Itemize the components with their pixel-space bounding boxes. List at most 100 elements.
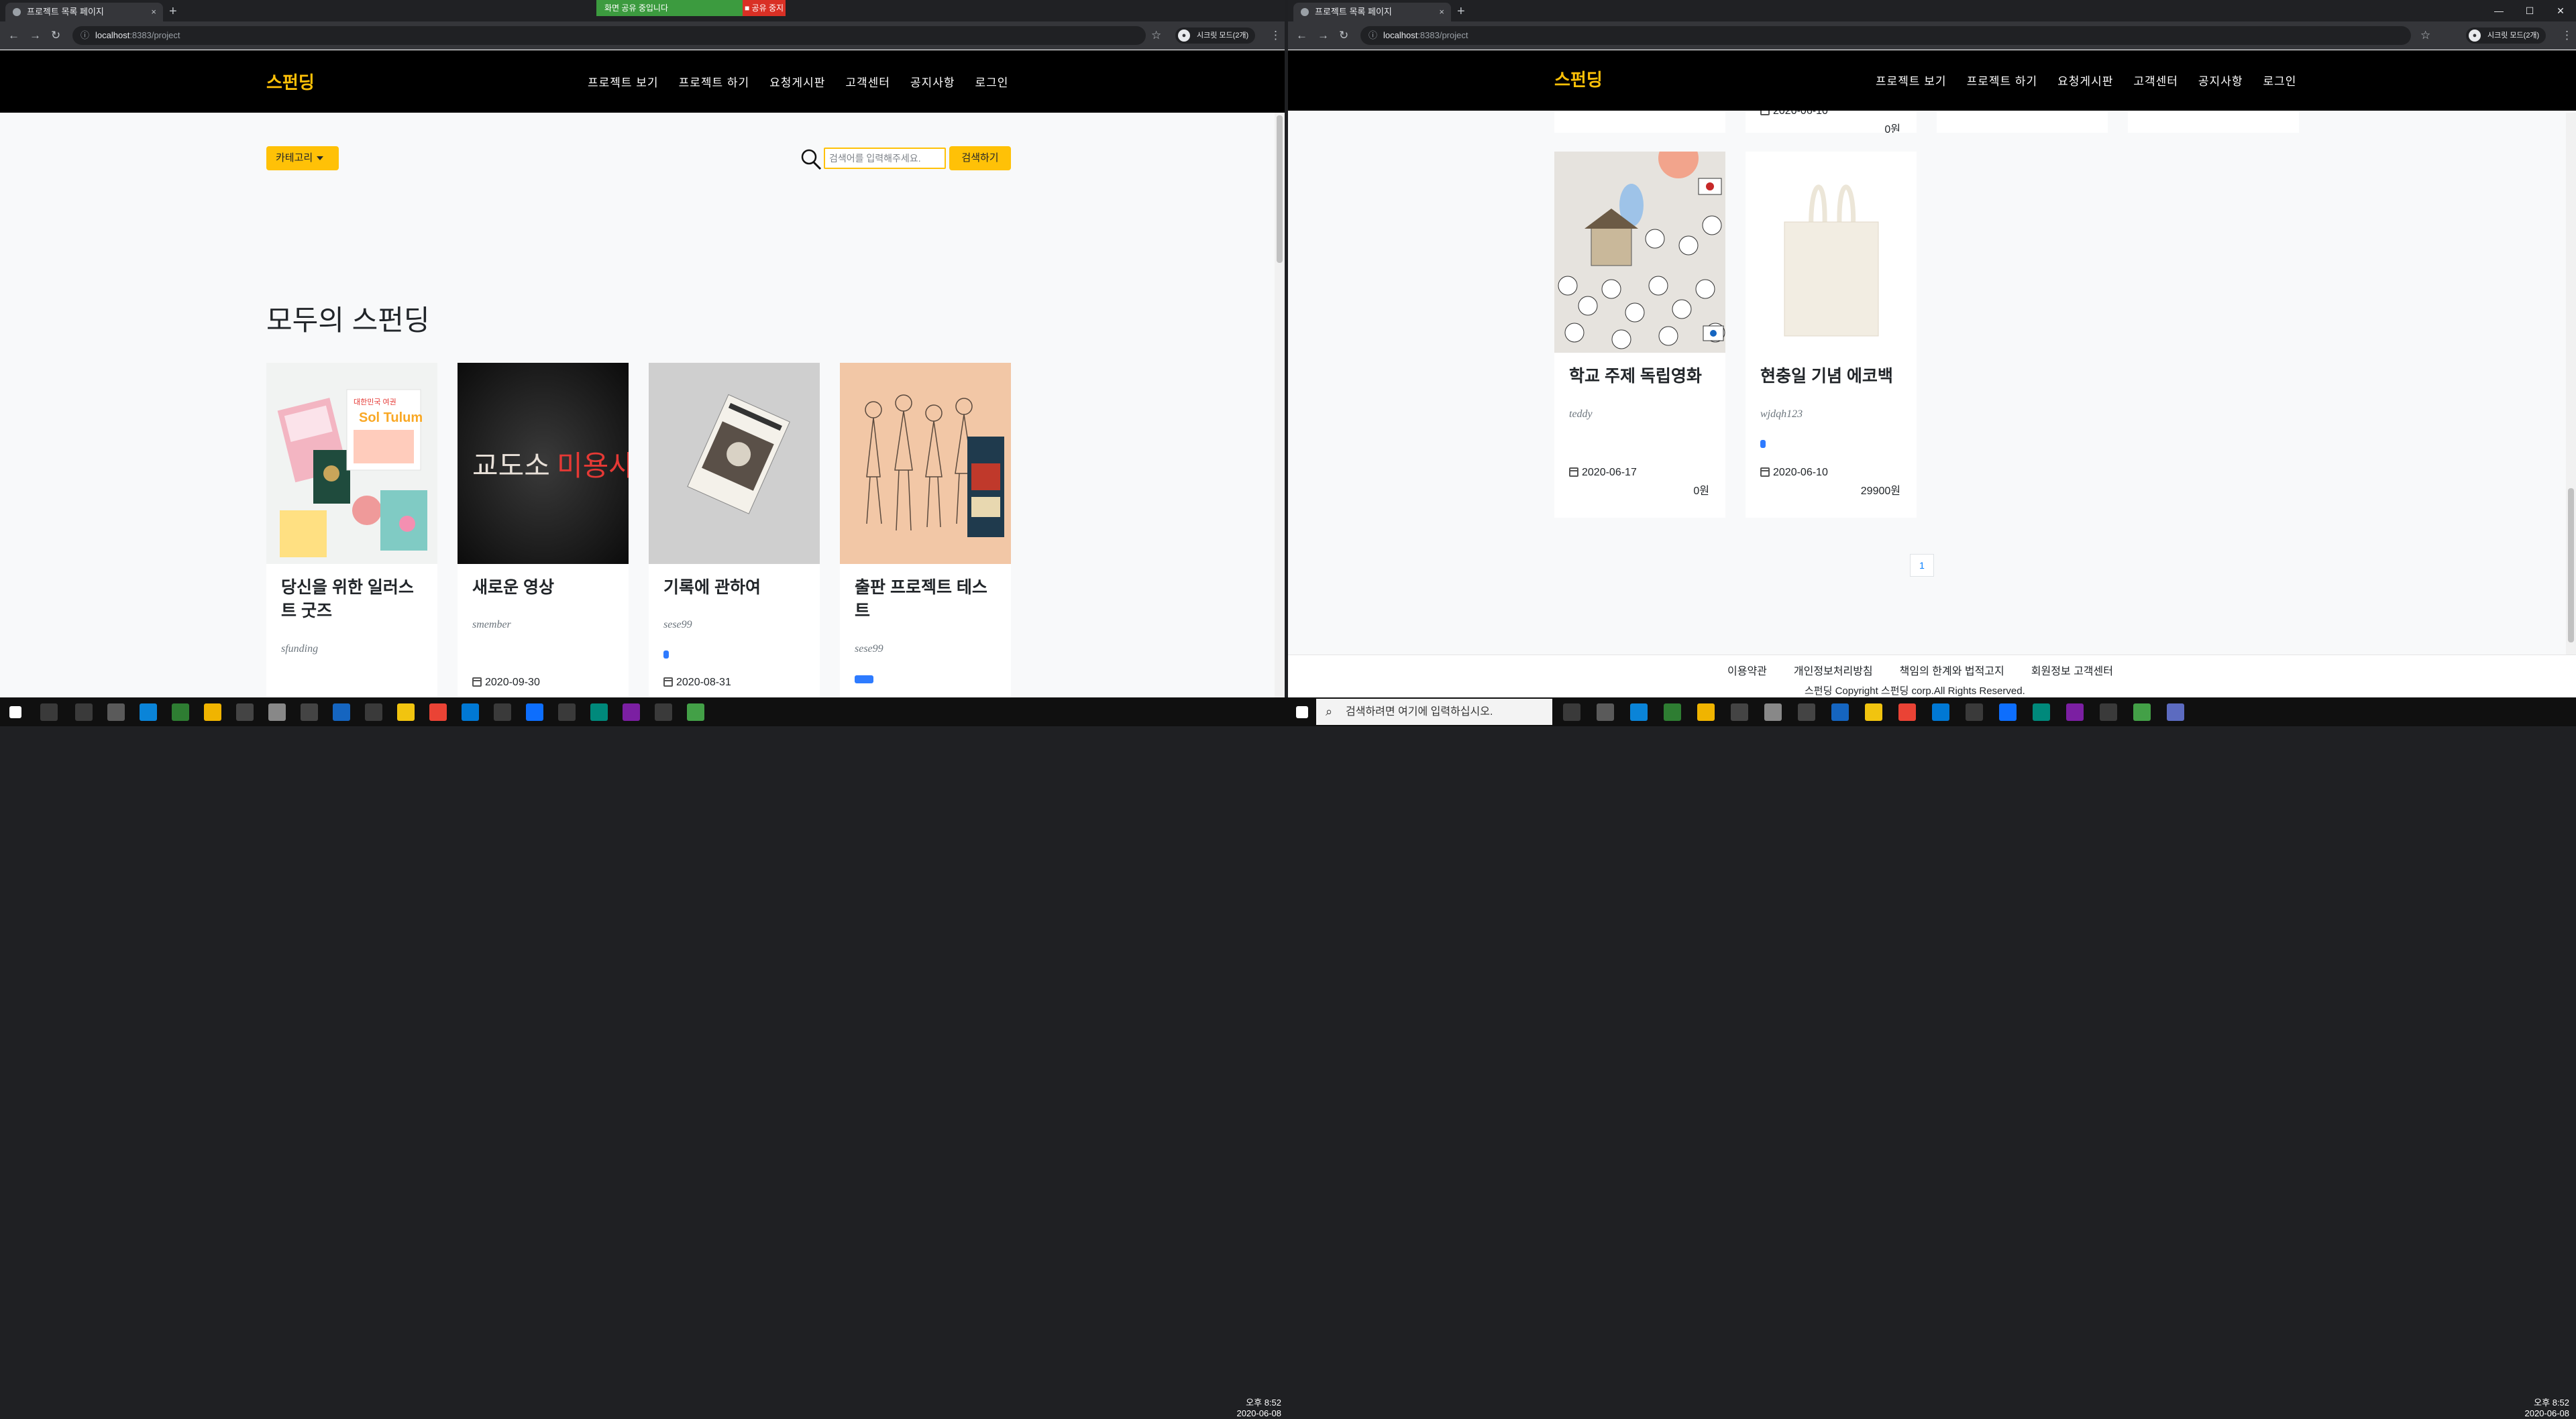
reload-icon[interactable]: ↻ — [51, 27, 60, 44]
calculator-icon[interactable] — [1764, 703, 1782, 721]
reload-icon[interactable]: ↻ — [1339, 27, 1348, 44]
site-info-icon[interactable]: ⓘ — [80, 26, 89, 45]
browser-tab[interactable]: 프로젝트 목록 페이지 × — [1293, 3, 1451, 21]
incognito-profile[interactable]: ● 시크릿 모드(2개) — [2466, 27, 2546, 44]
chrome-icon[interactable] — [1898, 703, 1916, 721]
project-thumbnail[interactable]: 대한민국 여권 Sol Tulum — [266, 363, 437, 564]
project-title[interactable]: 새로운 영상 — [472, 576, 616, 600]
edge-icon[interactable] — [1630, 703, 1648, 721]
footer-terms-link[interactable]: 이용약관 — [1727, 662, 1767, 678]
menu-request-board[interactable]: 요청게시판 — [2057, 72, 2113, 89]
url-field[interactable]: ⓘ localhost:8383/project — [1360, 26, 2411, 45]
chrome-icon[interactable] — [429, 703, 447, 721]
scrollbar-thumb[interactable] — [1277, 115, 1283, 263]
task-view-icon[interactable] — [1563, 703, 1580, 721]
app-icon[interactable] — [623, 703, 640, 721]
new-tab-icon[interactable]: + — [1457, 2, 1465, 21]
browser-menu-icon[interactable]: ⋮ — [1270, 27, 1281, 44]
menu-login[interactable]: 로그인 — [2263, 72, 2296, 89]
app-icon[interactable] — [462, 703, 479, 721]
project-thumbnail[interactable] — [1746, 152, 1917, 353]
bookmark-star-icon[interactable]: ☆ — [1151, 27, 1161, 44]
app-icon[interactable] — [2167, 703, 2184, 721]
project-title[interactable]: 기록에 관하여 — [663, 576, 808, 600]
clock-right[interactable]: 오후 8:52 2020-06-08 — [2482, 1398, 2570, 1419]
site-logo[interactable]: 스펀딩 — [266, 69, 315, 94]
project-card[interactable]: 대한민국 여권 Sol Tulum 당신을 위한 일러스트 굿즈 sfundin… — [266, 363, 437, 697]
app-icon[interactable] — [2100, 703, 2117, 721]
kakaotalk-icon[interactable] — [397, 703, 415, 721]
taskbar-search-box[interactable]: ⌕ 검색하려면 여기에 입력하십시오. — [1316, 699, 1552, 725]
menu-customer-center[interactable]: 고객센터 — [845, 73, 890, 90]
project-thumbnail[interactable] — [649, 363, 820, 564]
tab-close-icon[interactable]: × — [151, 3, 156, 21]
search-taskbar-icon[interactable] — [40, 703, 58, 721]
app-icon[interactable] — [1664, 703, 1681, 721]
edge-icon[interactable] — [140, 703, 157, 721]
app-icon[interactable] — [365, 703, 382, 721]
menu-notice[interactable]: 공지사항 — [910, 73, 955, 90]
app-icon[interactable] — [2033, 703, 2050, 721]
app-icon[interactable] — [2133, 703, 2151, 721]
menu-project-create[interactable]: 프로젝트 하기 — [679, 73, 750, 90]
app-icon[interactable] — [1999, 703, 2017, 721]
app-icon[interactable] — [301, 703, 318, 721]
project-card[interactable]: 기록에 관하여 sese99 2020-08-31 — [649, 363, 820, 697]
site-logo[interactable]: 스펀딩 — [1554, 66, 1603, 91]
menu-request-board[interactable]: 요청게시판 — [769, 73, 825, 90]
start-icon[interactable] — [9, 706, 21, 718]
task-view-icon[interactable] — [75, 703, 93, 721]
forward-icon[interactable]: → — [30, 27, 41, 44]
project-card-partial[interactable]: 2020-06-10 0원 — [1746, 111, 1917, 133]
menu-project-view[interactable]: 프로젝트 보기 — [1876, 72, 1947, 89]
project-card-partial[interactable] — [2128, 111, 2299, 133]
project-card[interactable]: 학교 주제 독립영화 teddy 2020-06-17 0원 — [1554, 152, 1725, 518]
category-dropdown-button[interactable]: 카테고리 — [266, 146, 339, 170]
tab-close-icon[interactable]: × — [1439, 3, 1444, 21]
app-icon[interactable] — [1597, 703, 1614, 721]
app-icon[interactable] — [172, 703, 189, 721]
search-input[interactable] — [824, 148, 946, 169]
maximize-icon[interactable]: ☐ — [2514, 0, 2545, 21]
mail-icon[interactable] — [333, 703, 350, 721]
new-tab-icon[interactable]: + — [169, 2, 177, 21]
app-icon[interactable] — [1731, 703, 1748, 721]
project-title[interactable]: 당신을 위한 일러스트 굿즈 — [281, 576, 425, 623]
app-icon[interactable] — [236, 703, 254, 721]
start-icon[interactable] — [1296, 706, 1308, 718]
footer-member-support-link[interactable]: 회원정보 고객센터 — [2031, 662, 2113, 678]
project-card[interactable]: 출판 프로젝트 테스트 sese99 — [840, 363, 1011, 697]
footer-legal-link[interactable]: 책임의 한계와 법적고지 — [1900, 662, 2004, 678]
app-icon[interactable] — [494, 703, 511, 721]
project-thumbnail[interactable] — [1554, 152, 1725, 353]
page-scrollbar[interactable] — [2566, 113, 2576, 655]
menu-project-view[interactable]: 프로젝트 보기 — [588, 73, 659, 90]
page-scrollbar[interactable] — [1275, 113, 1285, 697]
incognito-profile[interactable]: ● 시크릿 모드(2개) — [1175, 27, 1256, 44]
kakaotalk-icon[interactable] — [1865, 703, 1882, 721]
explorer-icon[interactable] — [1697, 703, 1715, 721]
app-icon[interactable] — [590, 703, 608, 721]
bookmark-star-icon[interactable]: ☆ — [2420, 27, 2430, 44]
app-icon[interactable] — [1966, 703, 1983, 721]
app-icon[interactable] — [1798, 703, 1815, 721]
scrollbar-thumb[interactable] — [2568, 488, 2574, 642]
menu-notice[interactable]: 공지사항 — [2198, 72, 2243, 89]
search-button[interactable]: 검색하기 — [949, 146, 1011, 170]
mail-icon[interactable] — [1831, 703, 1849, 721]
app-icon[interactable] — [526, 703, 543, 721]
menu-login[interactable]: 로그인 — [975, 73, 1008, 90]
project-card-partial[interactable] — [1937, 111, 2108, 133]
pagination-page-1[interactable]: 1 — [1910, 554, 1934, 577]
app-icon[interactable] — [1932, 703, 1949, 721]
minimize-icon[interactable]: — — [2483, 0, 2514, 21]
site-info-icon[interactable]: ⓘ — [1368, 26, 1377, 45]
project-thumbnail[interactable] — [840, 363, 1011, 564]
project-card-partial[interactable] — [1554, 111, 1725, 133]
app-icon[interactable] — [2066, 703, 2084, 721]
browser-menu-icon[interactable]: ⋮ — [2561, 27, 2573, 44]
forward-icon[interactable]: → — [1318, 27, 1329, 44]
menu-project-create[interactable]: 프로젝트 하기 — [1967, 72, 2038, 89]
close-window-icon[interactable]: ✕ — [2545, 0, 2576, 21]
stop-sharing-button[interactable]: ■ 공유 중지 — [743, 0, 786, 16]
